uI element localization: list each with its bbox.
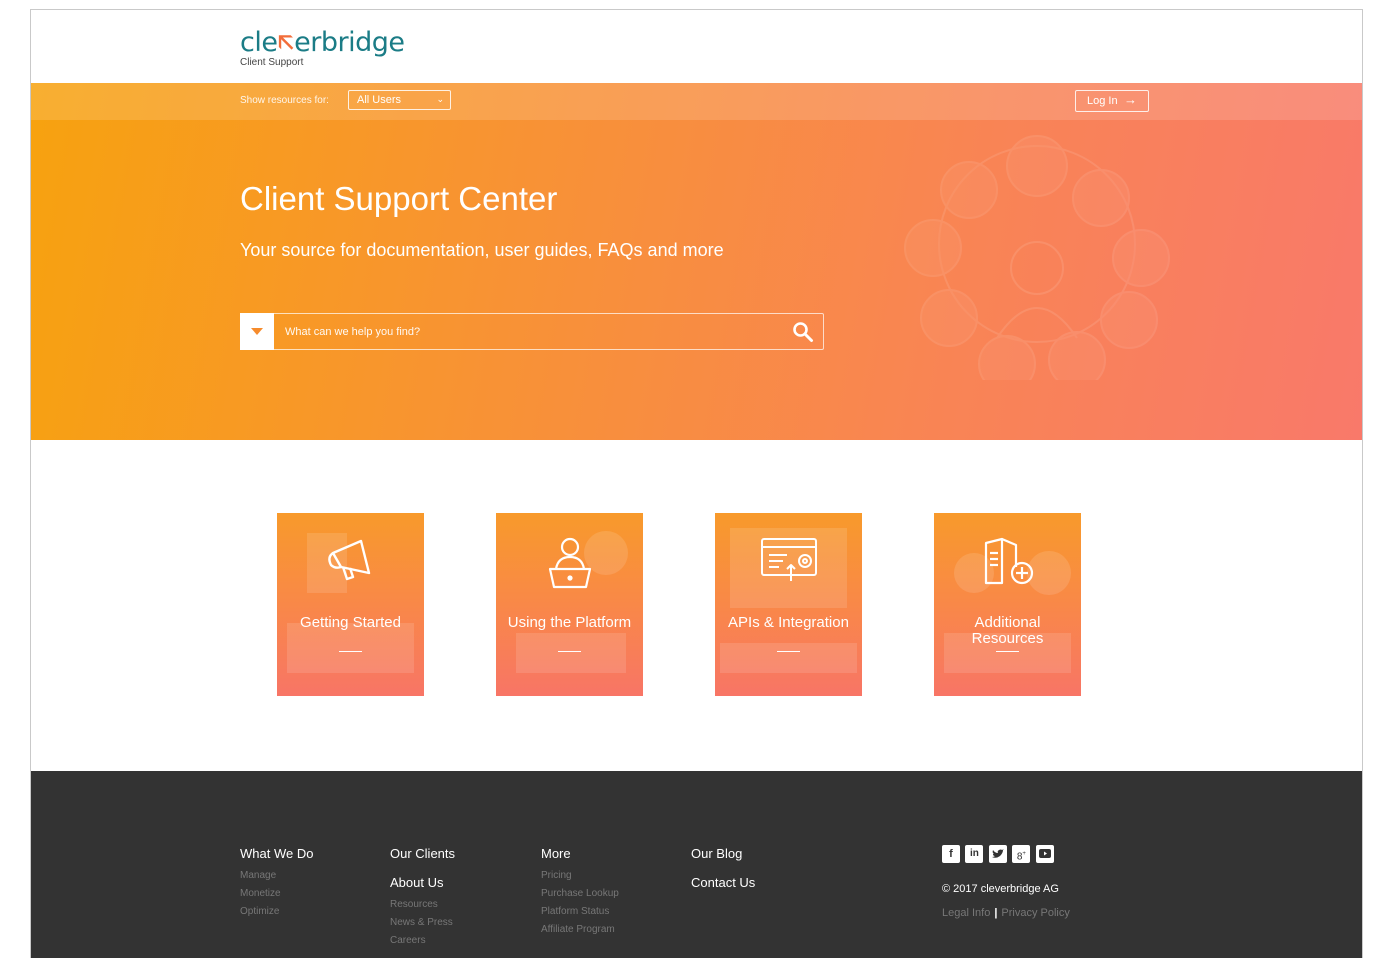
footer-link[interactable]: News & Press <box>390 914 455 932</box>
logo-wordmark: cle🡬erbridge <box>240 27 405 58</box>
privacy-policy-link[interactable]: Privacy Policy <box>1001 907 1069 919</box>
footer-heading[interactable]: Our Blog <box>691 846 755 861</box>
twitter-icon[interactable] <box>988 845 1007 863</box>
footer-link[interactable]: Monetize <box>240 885 313 903</box>
search-filter-dropdown[interactable] <box>240 313 274 350</box>
search-icon[interactable] <box>792 321 814 348</box>
card-underline <box>339 651 362 652</box>
card-getting-started[interactable]: Getting Started <box>277 513 424 696</box>
cleverbridge-logo[interactable]: cle🡬erbridge Client Support <box>240 27 405 69</box>
card-label: Getting Started <box>300 614 401 631</box>
hero-banner: Show resources for: All Users ⌄ Log In →… <box>31 83 1362 440</box>
card-underline <box>996 651 1019 652</box>
footer-link[interactable]: Optimize <box>240 903 313 921</box>
caret-down-icon <box>251 328 263 335</box>
document-plus-icon <box>934 535 1081 592</box>
site-header: cle🡬erbridge Client Support <box>31 10 1362 83</box>
footer-col-what-we-do: What We Do Manage Monetize Optimize <box>240 846 313 921</box>
card-apis-integration[interactable]: APIs & Integration <box>715 513 862 696</box>
footer-link[interactable]: Manage <box>240 867 313 885</box>
footer-link[interactable]: Purchase Lookup <box>541 885 619 903</box>
legal-links: Legal Info | Privacy Policy <box>942 907 1070 919</box>
legal-divider: | <box>994 907 998 919</box>
copyright-text: © 2017 cleverbridge AG <box>942 883 1059 895</box>
card-label: APIs & Integration <box>728 614 849 631</box>
page-frame: cle🡬erbridge Client Support Show resourc… <box>30 9 1363 958</box>
youtube-icon[interactable] <box>1035 845 1054 863</box>
social-links: f in 8+ <box>942 845 1055 863</box>
footer-col-blog: Our Blog Contact Us <box>691 846 755 896</box>
footer-link[interactable]: Pricing <box>541 867 619 885</box>
footer-link[interactable]: Resources <box>390 896 455 914</box>
card-underline <box>558 651 581 652</box>
footer-heading[interactable]: Contact Us <box>691 875 755 890</box>
footer-col-more: More Pricing Purchase Lookup Platform St… <box>541 846 619 939</box>
page-subtitle: Your source for documentation, user guid… <box>240 240 724 260</box>
card-underline <box>777 651 800 652</box>
card-label: Using the Platform <box>507 614 632 631</box>
arrow-right-icon: → <box>1124 92 1137 107</box>
card-using-the-platform[interactable]: Using the Platform <box>496 513 643 696</box>
footer-link[interactable]: Affiliate Program <box>541 921 619 939</box>
linkedin-icon[interactable]: in <box>965 845 984 863</box>
legal-info-link[interactable]: Legal Info <box>942 907 990 919</box>
footer-heading[interactable]: About Us <box>390 875 455 890</box>
footer-heading[interactable]: Our Clients <box>390 846 455 861</box>
search-input[interactable] <box>277 314 775 349</box>
user-laptop-icon <box>496 535 643 596</box>
support-illustration-icon <box>904 135 1170 380</box>
search-bar <box>240 313 824 350</box>
footer-heading[interactable]: What We Do <box>240 846 313 861</box>
page-title: Client Support Center <box>240 180 558 217</box>
footer-link[interactable]: Platform Status <box>541 903 619 921</box>
megaphone-icon <box>277 535 424 588</box>
footer-col-our-clients: Our Clients About Us Resources News & Pr… <box>390 846 455 950</box>
footer-link[interactable]: Careers <box>390 932 455 950</box>
resource-filter-label: Show resources for: <box>240 95 329 106</box>
audience-select[interactable]: All Users ⌄ <box>348 90 451 110</box>
facebook-icon[interactable]: f <box>942 845 960 863</box>
logo-subtitle: Client Support <box>240 57 304 68</box>
card-label: Additional Resources <box>971 614 1044 647</box>
audience-select-value: All Users <box>357 94 402 106</box>
api-window-icon <box>715 535 862 590</box>
googleplus-icon[interactable]: 8+ <box>1012 845 1031 863</box>
site-footer: What We Do Manage Monetize Optimize Our … <box>31 771 1362 958</box>
footer-heading[interactable]: More <box>541 846 619 861</box>
card-additional-resources[interactable]: Additional Resources <box>934 513 1081 696</box>
chevron-down-icon: ⌄ <box>436 94 444 104</box>
login-label: Log In <box>1087 95 1118 107</box>
